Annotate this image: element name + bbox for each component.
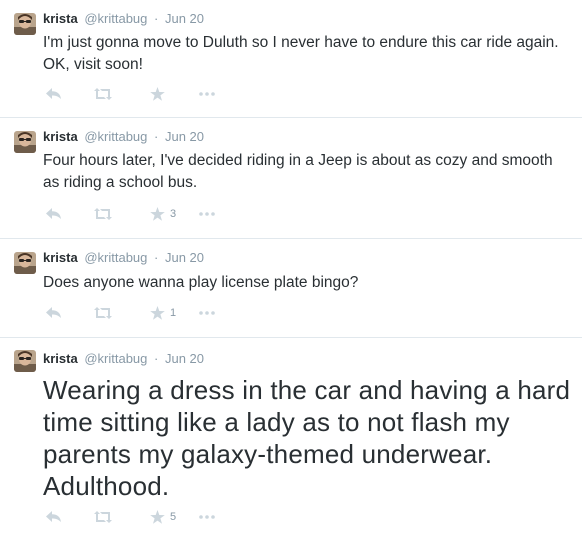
separator: · [154, 250, 159, 265]
tweet-text: I'm just gonna move to Duluth so I never… [43, 34, 559, 73]
separator: · [154, 129, 159, 144]
separator: · [154, 351, 159, 366]
favorite-count: 5 [170, 511, 177, 523]
favorite-button[interactable] [150, 86, 170, 102]
more-icon [199, 212, 215, 216]
tweet-text: Does anyone wanna play license plate bin… [43, 274, 359, 291]
tweet-date[interactable]: Jun 20 [165, 250, 204, 265]
reply-icon [46, 307, 61, 318]
avatar[interactable] [14, 350, 36, 372]
retweet-icon [94, 208, 112, 220]
retweet-icon [94, 307, 112, 319]
tweet-date[interactable]: Jun 20 [165, 351, 204, 366]
user-name[interactable]: krista [43, 129, 78, 144]
more-icon [199, 311, 215, 315]
retweet-button[interactable] [93, 509, 113, 525]
avatar[interactable] [14, 131, 36, 153]
user-name[interactable]: krista [43, 250, 78, 265]
retweet-icon [94, 511, 112, 523]
user-handle[interactable]: @krittabug [84, 11, 147, 26]
tweet-text: Wearing a dress in the car and having a … [43, 375, 571, 501]
tweet[interactable]: krista @krittabug · Jun 20 Four hours la… [0, 118, 582, 239]
retweet-icon [94, 88, 112, 100]
tweet[interactable]: krista @krittabug · Jun 20 Does anyone w… [0, 239, 582, 338]
avatar[interactable] [14, 13, 36, 35]
user-name[interactable]: krista [43, 351, 78, 366]
favorite-button[interactable]: 3 [150, 206, 176, 222]
user-handle[interactable]: @krittabug [84, 250, 147, 265]
reply-button[interactable] [46, 305, 62, 321]
favorite-icon [150, 207, 165, 221]
tweet[interactable]: krista @krittabug · Jun 20 I'm just gonn… [0, 0, 582, 118]
favorite-button[interactable]: 1 [150, 305, 176, 321]
favorite-icon [150, 510, 165, 524]
reply-button[interactable] [46, 86, 62, 102]
favorite-count: 1 [170, 307, 177, 319]
more-button[interactable] [199, 206, 215, 222]
tweet-header: krista @krittabug · Jun 20 [43, 249, 204, 266]
more-icon [199, 92, 215, 96]
tweet-header: krista @krittabug · Jun 20 [43, 350, 204, 367]
favorite-icon [150, 87, 165, 101]
favorite-button[interactable]: 5 [150, 509, 176, 525]
reply-icon [46, 208, 61, 219]
reply-icon [46, 511, 61, 522]
tweet[interactable]: krista @krittabug · Jun 20 Wearing a dre… [0, 338, 582, 533]
separator: · [154, 11, 159, 26]
user-handle[interactable]: @krittabug [84, 129, 147, 144]
more-button[interactable] [199, 509, 215, 525]
user-handle[interactable]: @krittabug [84, 351, 147, 366]
favorite-count: 3 [170, 208, 177, 220]
avatar[interactable] [14, 252, 36, 274]
tweet-date[interactable]: Jun 20 [165, 129, 204, 144]
more-button[interactable] [199, 305, 215, 321]
tweet-timeline: krista @krittabug · Jun 20 I'm just gonn… [0, 0, 582, 533]
user-name[interactable]: krista [43, 11, 78, 26]
more-icon [199, 515, 215, 519]
reply-button[interactable] [46, 206, 62, 222]
reply-icon [46, 88, 61, 99]
retweet-button[interactable] [93, 206, 113, 222]
tweet-date[interactable]: Jun 20 [165, 11, 204, 26]
retweet-button[interactable] [93, 86, 113, 102]
more-button[interactable] [199, 86, 215, 102]
retweet-button[interactable] [93, 305, 113, 321]
tweet-header: krista @krittabug · Jun 20 [43, 10, 204, 27]
reply-button[interactable] [46, 509, 62, 525]
tweet-text: Four hours later, I've decided riding in… [43, 152, 553, 191]
tweet-header: krista @krittabug · Jun 20 [43, 128, 204, 145]
favorite-icon [150, 306, 165, 320]
